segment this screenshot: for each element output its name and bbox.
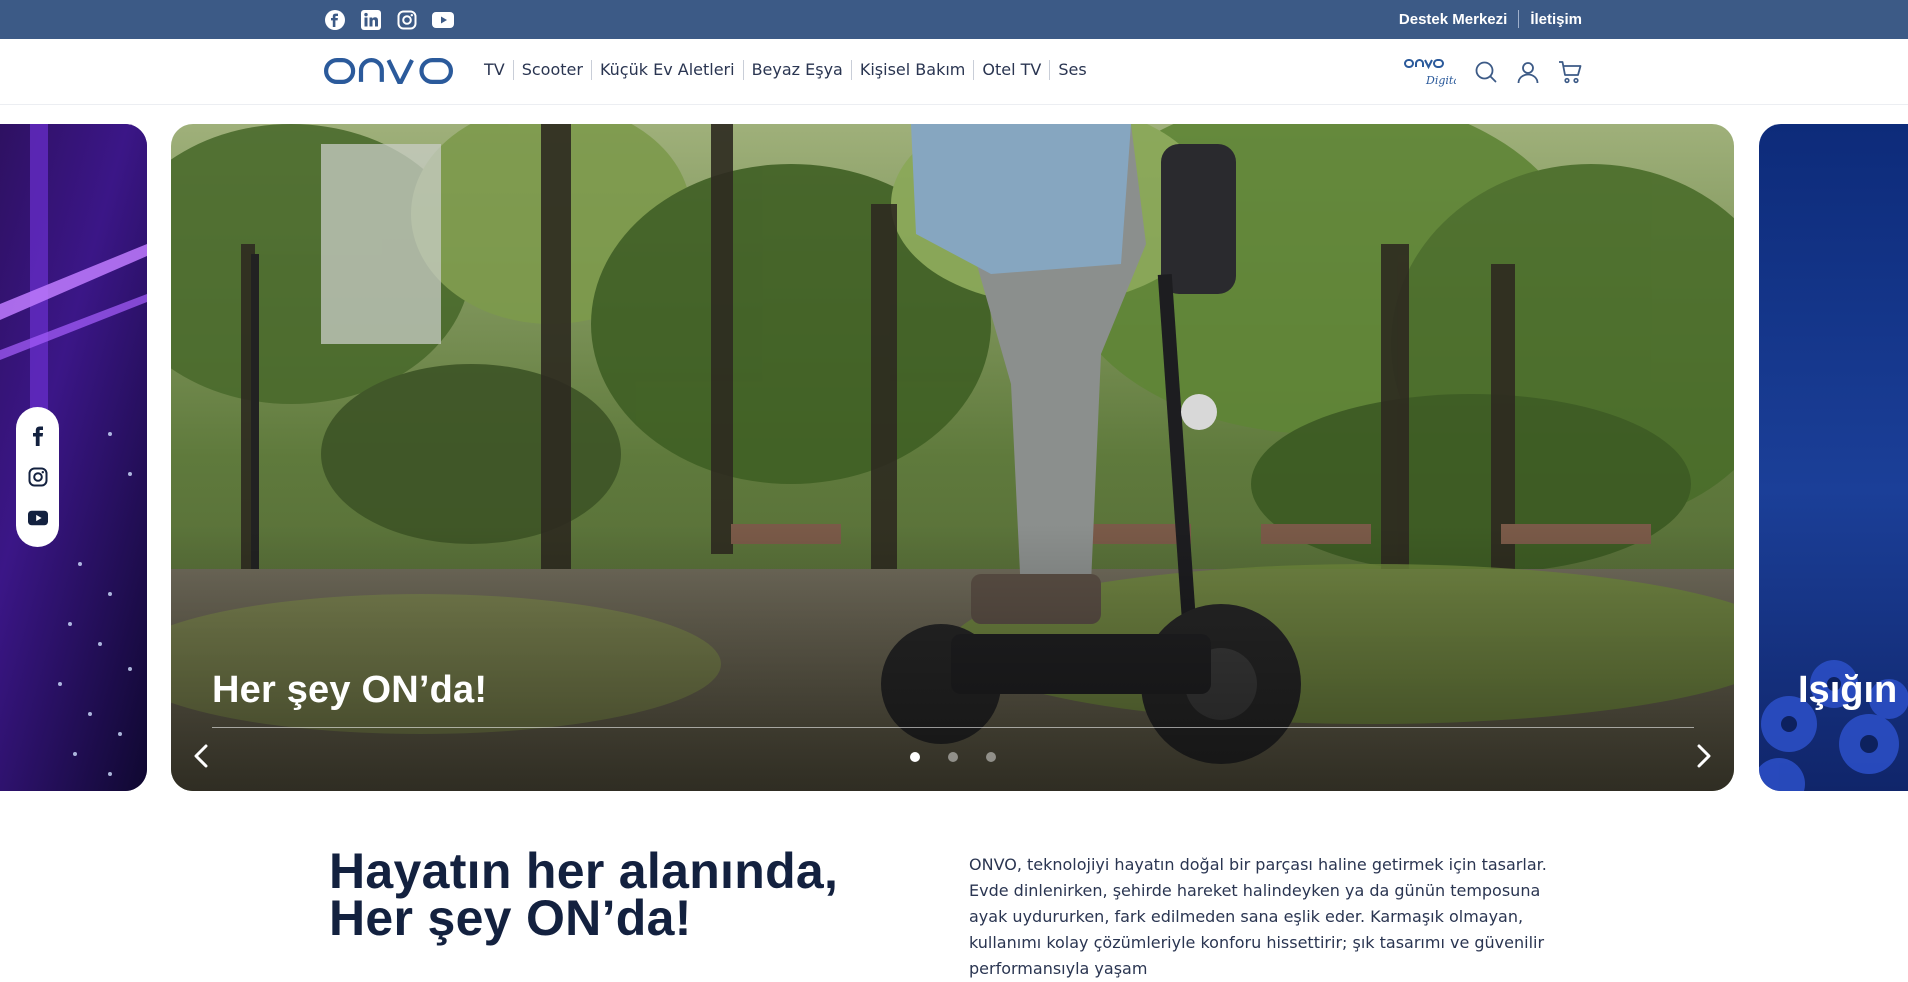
contact-link[interactable]: İletişim [1530, 11, 1582, 28]
slider-dot-2[interactable] [947, 752, 958, 762]
youtube-icon[interactable] [432, 9, 454, 31]
onvo-logo[interactable] [323, 57, 453, 84]
top-links: Destek Merkezi İletişim [1399, 10, 1582, 28]
next-slide-caption: Işığın v [1798, 669, 1908, 711]
slide-next-peek[interactable]: Işığın v [1759, 124, 1908, 791]
top-links-divider [1518, 10, 1520, 28]
cart-icon[interactable] [1558, 60, 1582, 84]
slider-dot-1[interactable] [909, 752, 920, 762]
facebook-icon[interactable] [28, 426, 48, 446]
intro-paragraph-line-1: ONVO, teknolojiyi hayatın doğal bir parç… [969, 855, 1547, 874]
nav-item-small-appliances[interactable]: Küçük Ev Aletleri [592, 60, 744, 80]
hero-caption: Her şey ON’da! [212, 669, 488, 711]
support-center-link[interactable]: Destek Merkezi [1399, 11, 1507, 28]
intro-paragraph: ONVO, teknolojiyi hayatın doğal bir parç… [969, 852, 1569, 982]
nav-item-hotel-tv[interactable]: Otel TV [974, 60, 1051, 80]
top-bar: Destek Merkezi İletişim [0, 0, 1908, 39]
slider-pagination [171, 752, 1734, 762]
intro-paragraph-line-2: Evde dinlenirken, şehirde hareket halind… [969, 881, 1545, 978]
hero-slide[interactable]: Her şey ON’da! [171, 124, 1734, 791]
linkedin-icon[interactable] [360, 9, 382, 31]
top-social-links [324, 9, 454, 31]
slider-dot-3[interactable] [985, 752, 996, 762]
hero-caption-divider [212, 727, 1694, 728]
floating-social-bar [16, 407, 59, 547]
search-icon[interactable] [1474, 60, 1498, 84]
instagram-icon[interactable] [396, 9, 418, 31]
nav-item-scooter[interactable]: Scooter [514, 60, 592, 80]
user-icon[interactable] [1516, 60, 1540, 84]
youtube-icon[interactable] [27, 508, 48, 528]
nav-item-tv[interactable]: TV [478, 60, 514, 80]
nav-item-white-goods[interactable]: Beyaz Eşya [744, 60, 852, 80]
instagram-icon[interactable] [28, 467, 48, 487]
header-actions: Digital [1404, 56, 1582, 88]
main-header: TV Scooter Küçük Ev Aletleri Beyaz Eşya … [0, 39, 1908, 105]
digital-logo-sub: Digital [1425, 74, 1456, 87]
main-nav: TV Scooter Küçük Ev Aletleri Beyaz Eşya … [478, 60, 1095, 80]
intro-headline-line-1: Hayatın her alanında, [329, 843, 839, 899]
intro-headline-line-2: Her şey ON’da! [329, 890, 692, 946]
onvo-digital-logo[interactable]: Digital [1404, 56, 1464, 88]
facebook-icon[interactable] [324, 9, 346, 31]
nav-item-audio[interactable]: Ses [1050, 60, 1094, 80]
nav-item-personal-care[interactable]: Kişisel Bakım [852, 60, 975, 80]
intro-headline: Hayatın her alanında, Her şey ON’da! [329, 843, 839, 946]
